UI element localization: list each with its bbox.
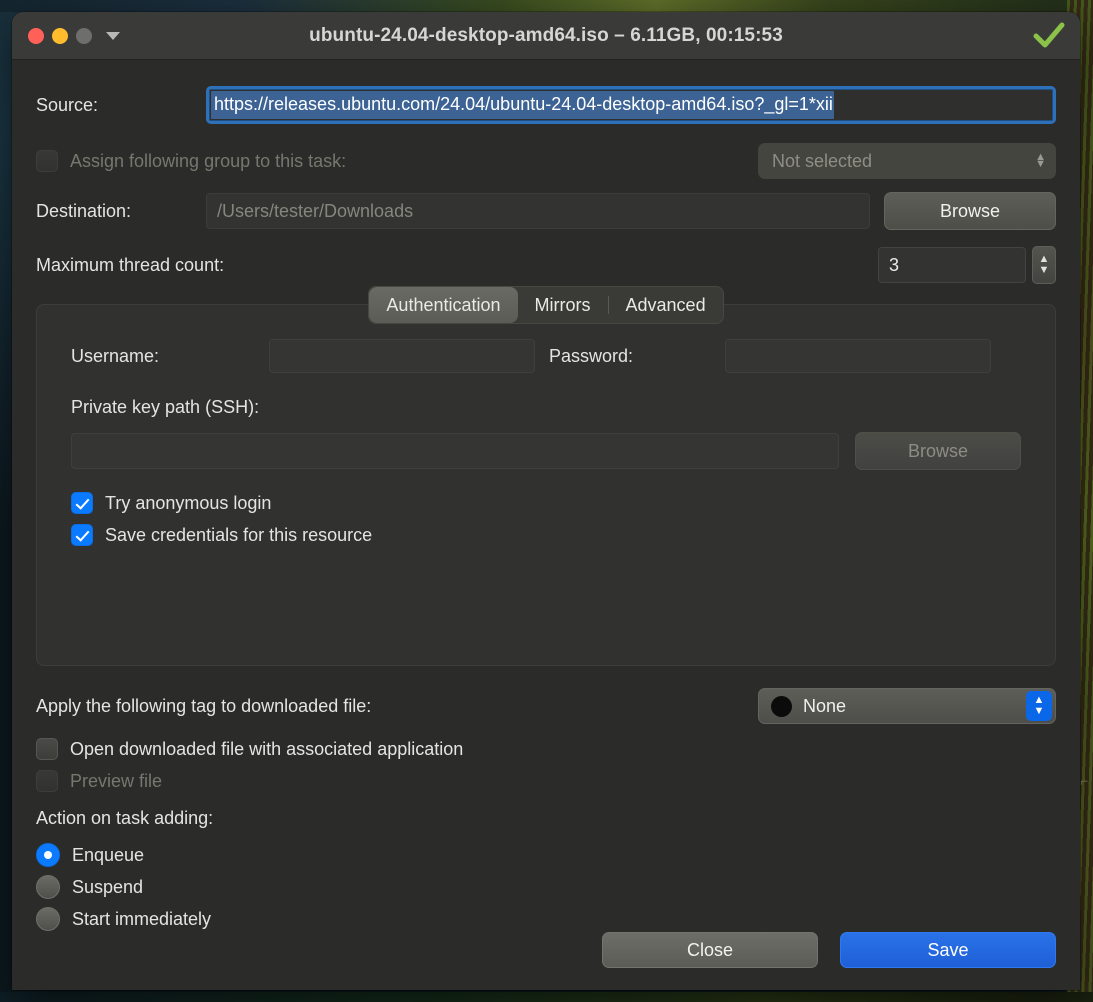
radio-enqueue-label: Enqueue <box>72 844 145 865</box>
tag-select[interactable]: None ▲ ▼ <box>758 688 1056 724</box>
tag-select-value: None <box>803 695 847 716</box>
private-key-input[interactable] <box>71 433 839 469</box>
tab-mirrors[interactable]: Mirrors <box>518 287 608 323</box>
radio-suspend-label: Suspend <box>72 876 144 897</box>
tab-bar: Authentication Mirrors Advanced <box>36 286 1056 324</box>
open-downloaded-file-row[interactable]: Open downloaded file with associated app… <box>36 738 1056 760</box>
source-row: Source: https://releases.ubuntu.com/24.0… <box>36 86 1056 124</box>
browse-private-key-button[interactable]: Browse <box>855 432 1021 470</box>
username-input[interactable] <box>269 339 535 373</box>
destination-placeholder: /Users/tester/Downloads <box>217 200 414 221</box>
save-credentials-checkbox[interactable] <box>71 524 93 546</box>
save-credentials-label: Save credentials for this resource <box>105 524 373 545</box>
radio-start-immediately[interactable] <box>36 907 60 931</box>
thread-count-row: Maximum thread count: 3 ▲ ▼ <box>36 246 1056 284</box>
authentication-panel: Username: Password: Private key path (SS… <box>36 304 1056 666</box>
group-select-value: Not selected <box>772 150 873 171</box>
save-button[interactable]: Save <box>840 932 1056 968</box>
radio-start-immediately-label: Start immediately <box>72 908 212 929</box>
dialog-footer: Close Save <box>602 932 1056 968</box>
radio-suspend[interactable] <box>36 875 60 899</box>
assign-group-checkbox[interactable] <box>36 150 58 172</box>
window-content: Source: https://releases.ubuntu.com/24.0… <box>12 60 1080 990</box>
username-label: Username: <box>71 345 160 366</box>
tab-section: Authentication Mirrors Advanced Username… <box>36 286 1056 666</box>
checkmark-icon <box>1032 21 1066 51</box>
try-anonymous-login-row[interactable]: Try anonymous login <box>71 492 1021 514</box>
assign-group-row: Assign following group to this task: Not… <box>36 142 1056 180</box>
minimize-window-button[interactable] <box>52 27 68 44</box>
window-title: ubuntu-24.04-desktop-amd64.iso – 6.11GB,… <box>309 24 783 46</box>
tab-authentication[interactable]: Authentication <box>369 287 518 323</box>
radio-start-immediately-row[interactable]: Start immediately <box>36 907 1056 931</box>
preview-file-label: Preview file <box>70 770 163 791</box>
radio-suspend-row[interactable]: Suspend <box>36 875 1056 899</box>
browse-destination-button[interactable]: Browse <box>884 192 1056 230</box>
open-downloaded-file-label: Open downloaded file with associated app… <box>70 738 464 759</box>
save-credentials-row[interactable]: Save credentials for this resource <box>71 524 1021 546</box>
thread-count-input[interactable]: 3 <box>878 247 1026 283</box>
group-select[interactable]: Not selected ▲ ▼ <box>758 143 1056 179</box>
action-on-task-adding-title: Action on task adding: <box>36 808 214 828</box>
chevron-down-icon[interactable] <box>106 31 120 40</box>
tag-color-swatch-icon <box>771 695 792 717</box>
updown-chevron-icon: ▲ ▼ <box>1035 151 1046 170</box>
wallpaper-bottom-strip <box>0 992 1093 1002</box>
zoom-window-button[interactable] <box>76 27 92 44</box>
source-input-value: https://releases.ubuntu.com/24.04/ubuntu… <box>211 91 834 119</box>
preview-file-checkbox <box>36 770 58 792</box>
radio-enqueue-row[interactable]: Enqueue <box>36 843 1056 867</box>
chevron-down-icon[interactable]: ▼ <box>1039 265 1050 276</box>
radio-enqueue[interactable] <box>36 843 60 867</box>
tab-advanced[interactable]: Advanced <box>609 287 723 323</box>
wallpaper-top-strip <box>0 0 1093 12</box>
download-task-window: ubuntu-24.04-desktop-amd64.iso – 6.11GB,… <box>12 12 1080 990</box>
try-anonymous-login-label: Try anonymous login <box>105 492 272 513</box>
window-titlebar[interactable]: ubuntu-24.04-desktop-amd64.iso – 6.11GB,… <box>12 12 1080 60</box>
tag-row: Apply the following tag to downloaded fi… <box>36 688 1056 724</box>
close-button[interactable]: Close <box>602 932 818 968</box>
password-input[interactable] <box>725 339 991 373</box>
private-key-label: Private key path (SSH): <box>71 397 260 417</box>
window-controls <box>28 27 120 44</box>
try-anonymous-login-checkbox[interactable] <box>71 492 93 514</box>
destination-label: Destination: <box>36 200 132 221</box>
destination-row: Destination: /Users/tester/Downloads Bro… <box>36 192 1056 230</box>
source-input[interactable]: https://releases.ubuntu.com/24.04/ubuntu… <box>206 86 1056 124</box>
updown-chevron-icon[interactable]: ▲ ▼ <box>1026 691 1052 721</box>
source-label: Source: <box>36 94 99 115</box>
thread-count-value: 3 <box>889 254 900 275</box>
preview-file-row: Preview file <box>36 770 1056 792</box>
assign-group-label: Assign following group to this task: <box>70 150 347 171</box>
thread-count-stepper[interactable]: ▲ ▼ <box>1032 246 1056 284</box>
password-label: Password: <box>549 345 634 366</box>
credentials-row: Username: Password: <box>71 339 1021 373</box>
destination-input[interactable]: /Users/tester/Downloads <box>206 193 870 229</box>
wallpaper-edge-text: L <box>1079 780 1089 788</box>
open-downloaded-file-checkbox[interactable] <box>36 738 58 760</box>
tag-label: Apply the following tag to downloaded fi… <box>36 695 372 716</box>
private-key-row: Browse <box>71 432 1021 470</box>
close-window-button[interactable] <box>28 27 44 44</box>
thread-count-label: Maximum thread count: <box>36 254 225 275</box>
